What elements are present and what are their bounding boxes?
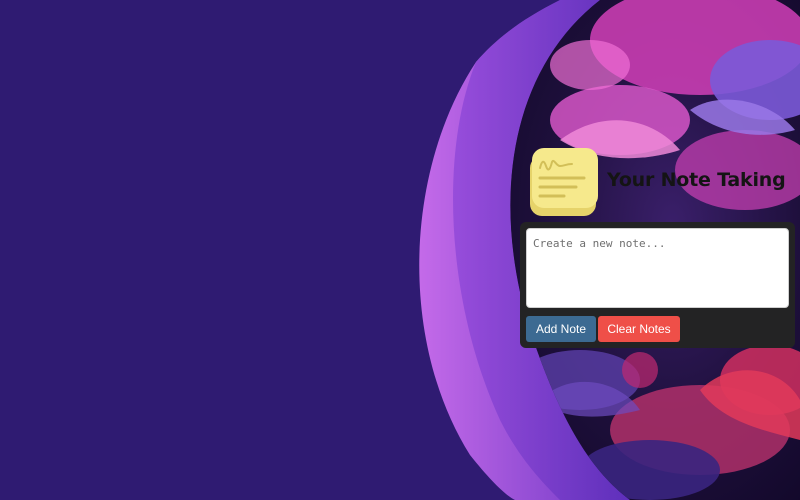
app-header: Your Note Taking: [528, 146, 796, 218]
add-note-button[interactable]: Add Note: [526, 316, 596, 342]
clear-notes-button[interactable]: Clear Notes: [598, 316, 680, 342]
sticky-note-icon: [530, 148, 598, 216]
new-note-input[interactable]: [526, 228, 789, 308]
app-title: Your Note Taking: [607, 169, 786, 191]
note-form: Add Note Clear Notes: [520, 222, 795, 348]
